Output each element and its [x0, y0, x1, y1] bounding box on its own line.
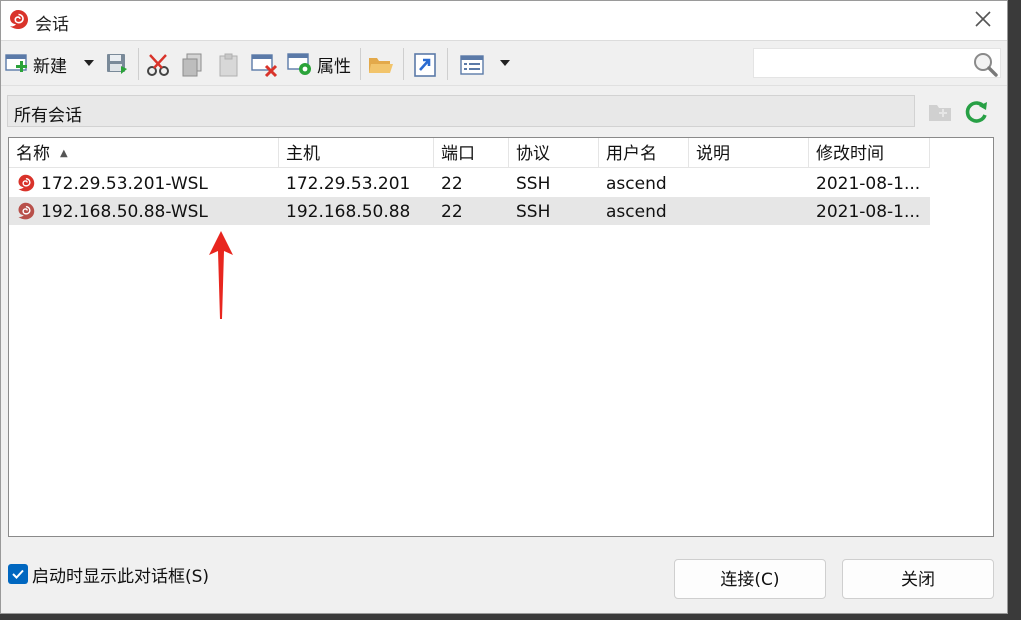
session-path-bar: 所有会话	[7, 95, 915, 127]
view-layout-icon[interactable]	[459, 53, 485, 77]
toolbar-separator	[360, 48, 361, 80]
session-host: 192.168.50.88	[286, 202, 411, 222]
session-modified: 2021-08-1...	[816, 174, 921, 194]
properties-button[interactable]: 属性	[287, 51, 351, 77]
sessions-dialog: 会话 新建 属性 所有会话 名称 ▲ 主机 端口 协议 用户名 说明 修改时间 …	[0, 0, 1008, 614]
xshell-logo-icon	[10, 10, 28, 29]
path-label: 所有会话	[14, 106, 82, 126]
session-user: ascend	[606, 174, 667, 194]
export-icon[interactable]	[413, 52, 437, 78]
xshell-session-icon	[18, 174, 35, 192]
delete-session-icon[interactable]	[251, 52, 279, 78]
checkbox-checked-icon[interactable]	[8, 564, 28, 584]
column-header-user[interactable]: 用户名	[599, 138, 689, 168]
xshell-session-icon	[18, 202, 35, 220]
close-icon[interactable]	[971, 7, 995, 31]
view-dropdown-caret-icon[interactable]	[499, 58, 511, 68]
show-on-start-label: 启动时显示此对话框(S)	[32, 566, 210, 587]
paste-icon[interactable]	[217, 52, 241, 78]
session-port: 22	[441, 202, 463, 222]
close-button[interactable]: 关闭	[842, 559, 994, 599]
properties-icon	[287, 53, 311, 75]
session-host: 172.29.53.201	[286, 174, 411, 194]
session-modified: 2021-08-1...	[816, 202, 921, 222]
toolbar-separator	[138, 48, 139, 80]
connect-button[interactable]: 连接(C)	[674, 559, 826, 599]
show-on-start-checkbox[interactable]: 启动时显示此对话框(S)	[8, 562, 210, 587]
column-header-name[interactable]: 名称 ▲	[9, 138, 279, 168]
search-box[interactable]	[753, 48, 1001, 78]
column-header-host[interactable]: 主机	[279, 138, 434, 168]
refresh-icon[interactable]	[962, 98, 990, 126]
annotation-arrow-icon	[209, 231, 233, 319]
column-header-protocol[interactable]: 协议	[509, 138, 599, 168]
cut-icon[interactable]	[146, 52, 172, 78]
session-list: 名称 ▲ 主机 端口 协议 用户名 说明 修改时间 172.29.53.201-W…	[8, 137, 994, 537]
session-row[interactable]: 172.29.53.201-WSL 172.29.53.201 22 SSH a…	[9, 169, 930, 197]
search-icon[interactable]	[972, 51, 998, 77]
properties-button-label: 属性	[317, 56, 351, 77]
list-header: 名称 ▲ 主机 端口 协议 用户名 说明 修改时间	[9, 138, 930, 168]
title-bar: 会话	[1, 1, 1007, 41]
new-session-icon	[5, 54, 27, 72]
sort-ascending-icon: ▲	[60, 148, 68, 159]
toolbar-separator	[403, 48, 404, 80]
session-port: 22	[441, 174, 463, 194]
new-folder-icon[interactable]	[927, 100, 953, 124]
copy-icon[interactable]	[181, 52, 205, 78]
new-button-label: 新建	[33, 56, 67, 77]
open-folder-icon[interactable]	[368, 53, 394, 77]
save-session-icon[interactable]	[105, 52, 129, 76]
session-user: ascend	[606, 202, 667, 222]
column-header-port[interactable]: 端口	[434, 138, 509, 168]
toolbar-separator	[447, 48, 448, 80]
session-protocol: SSH	[516, 174, 551, 194]
session-row[interactable]: 192.168.50.88-WSL 192.168.50.88 22 SSH a…	[9, 197, 930, 225]
new-dropdown-caret-icon[interactable]	[83, 58, 95, 68]
column-header-label: 名称	[16, 144, 50, 164]
session-name: 192.168.50.88-WSL	[41, 202, 208, 222]
column-header-modified[interactable]: 修改时间	[809, 138, 930, 168]
new-session-button[interactable]: 新建	[5, 51, 67, 77]
session-description	[696, 197, 806, 225]
session-name: 172.29.53.201-WSL	[41, 174, 208, 194]
column-header-description[interactable]: 说明	[689, 138, 809, 168]
session-protocol: SSH	[516, 202, 551, 222]
session-description	[696, 169, 806, 197]
window-title: 会话	[35, 15, 69, 35]
